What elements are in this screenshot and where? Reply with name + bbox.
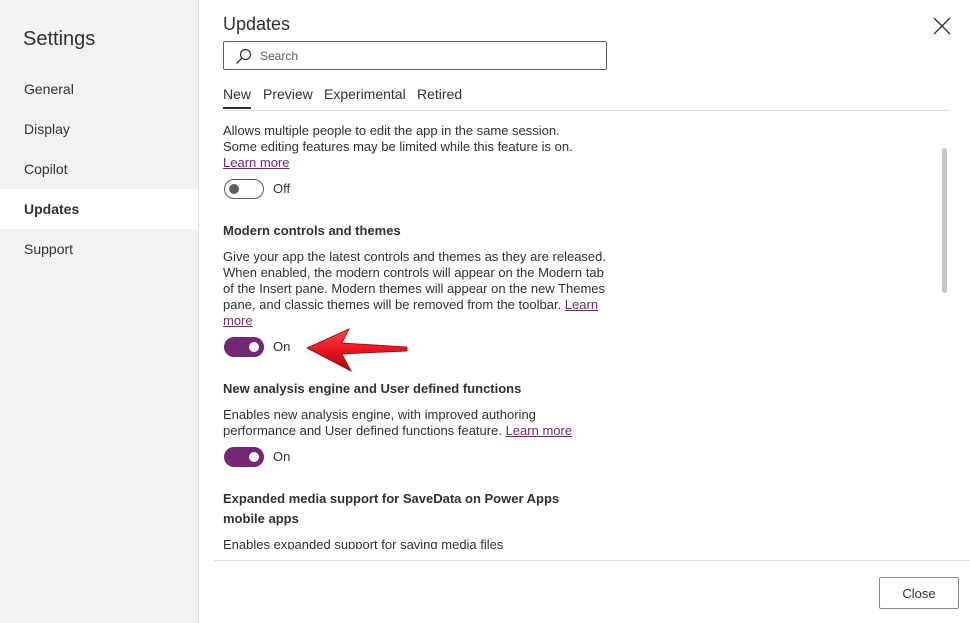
toggle-knob bbox=[229, 184, 239, 194]
learn-more-link[interactable]: Learn more bbox=[223, 155, 289, 170]
footer-divider bbox=[214, 560, 970, 561]
sidebar-item-general[interactable]: General bbox=[0, 69, 198, 109]
feature-description: Enables expanded support for saving medi… bbox=[223, 537, 504, 549]
toggle-state-label: Off bbox=[273, 181, 291, 196]
feature-title: Expanded media support for SaveData on P… bbox=[223, 491, 560, 526]
search-input[interactable] bbox=[260, 46, 590, 66]
sidebar-title: Settings bbox=[23, 28, 96, 50]
search-box[interactable] bbox=[223, 41, 607, 70]
tab-experimental[interactable]: Experimental bbox=[324, 86, 406, 110]
tab-retired[interactable]: Retired bbox=[417, 86, 462, 110]
tab-new[interactable]: New bbox=[223, 86, 252, 110]
sidebar-item-display[interactable]: Display bbox=[0, 109, 198, 149]
toggle-switch[interactable] bbox=[224, 179, 264, 199]
scrollbar-thumb[interactable] bbox=[942, 148, 947, 293]
learn-more-link[interactable]: Learn more bbox=[506, 423, 572, 438]
sidebar-item-support[interactable]: Support bbox=[0, 229, 198, 269]
feature-description: Allows multiple people to edit the app i… bbox=[223, 123, 623, 171]
feature-description-text: Give your app the latest controls and th… bbox=[223, 249, 606, 312]
settings-sidebar: Settings General Display Copilot Updates… bbox=[0, 0, 199, 623]
feature-description: Give your app the latest controls and th… bbox=[223, 249, 608, 329]
sidebar-item-copilot[interactable]: Copilot bbox=[0, 149, 198, 189]
toggle-state-label: On bbox=[273, 449, 291, 464]
tab-preview[interactable]: Preview bbox=[263, 86, 313, 110]
page-title: Updates bbox=[223, 14, 291, 34]
close-icon[interactable] bbox=[932, 16, 952, 36]
updates-panel: Updates New Preview Experimental Retired… bbox=[199, 0, 970, 623]
toggle-knob bbox=[249, 342, 259, 352]
annotation-arrow-icon bbox=[306, 328, 408, 372]
feature-description-line: Allows multiple people to edit the app i… bbox=[223, 123, 560, 138]
toggle-knob bbox=[249, 452, 259, 462]
feature-title: New analysis engine and User defined fun… bbox=[223, 381, 522, 396]
feature-description-text: Enables new analysis engine, with improv… bbox=[223, 407, 536, 438]
sidebar-item-updates[interactable]: Updates bbox=[0, 189, 198, 229]
toggle-state-label: On bbox=[273, 339, 291, 354]
feature-description-line: Some editing features may be limited whi… bbox=[223, 139, 573, 154]
search-icon bbox=[236, 48, 252, 64]
toggle-switch[interactable] bbox=[224, 337, 264, 357]
feature-title: Modern controls and themes bbox=[223, 223, 401, 238]
toggle-switch[interactable] bbox=[224, 447, 264, 467]
close-button[interactable]: Close bbox=[879, 577, 959, 609]
feature-description: Enables new analysis engine, with improv… bbox=[223, 407, 608, 439]
